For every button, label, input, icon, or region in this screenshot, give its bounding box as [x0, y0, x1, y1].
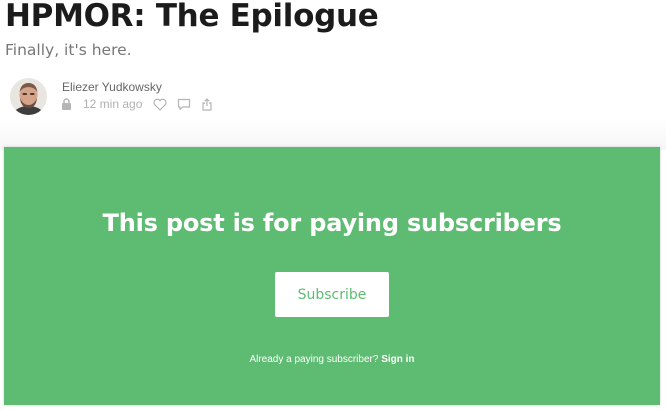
- lock-icon: [61, 98, 72, 110]
- subscribe-button[interactable]: Subscribe: [275, 272, 389, 317]
- avatar-image: [10, 78, 47, 115]
- post-timestamp: 12 min ago: [83, 97, 143, 111]
- signin-prompt: Already a paying subscriber? Sign in: [4, 354, 660, 365]
- paywall-banner: This post is for paying subscribers Subs…: [4, 147, 660, 405]
- post-meta: 12 min ago: [61, 96, 213, 112]
- share-icon[interactable]: [201, 97, 213, 111]
- post-title: HPMOR: The Epilogue: [5, 0, 379, 34]
- author-name[interactable]: Eliezer Yudkowsky: [62, 80, 162, 94]
- paywall-heading: This post is for paying subscribers: [102, 209, 562, 237]
- signin-prompt-text: Already a paying subscriber?: [249, 354, 379, 365]
- post-subtitle: Finally, it's here.: [5, 41, 132, 59]
- signin-link[interactable]: Sign in: [381, 354, 414, 365]
- heart-icon[interactable]: [153, 98, 167, 111]
- author-avatar[interactable]: [10, 78, 47, 115]
- comment-icon[interactable]: [177, 98, 191, 111]
- content-fade: [0, 120, 666, 150]
